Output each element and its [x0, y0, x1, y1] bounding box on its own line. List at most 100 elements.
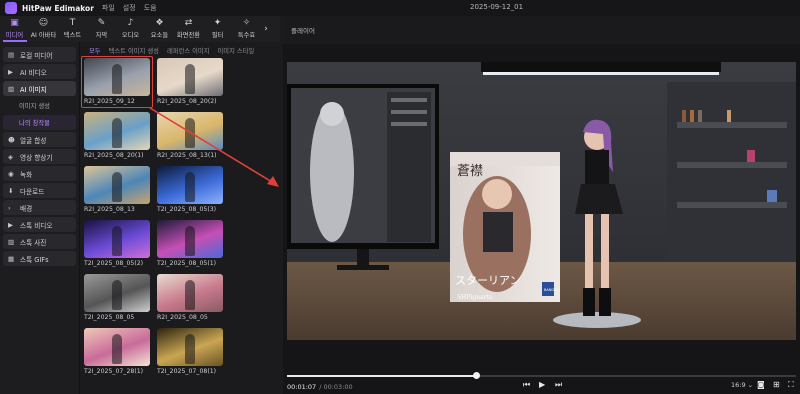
tool-label: AI 아바타	[30, 32, 57, 39]
thumbnail-figure	[112, 334, 122, 364]
box-brand-text: BANDAI	[544, 288, 557, 292]
sidebar-item[interactable]: ▶ AI 비디오	[3, 64, 76, 79]
sidebar-item[interactable]: ☻ 얼굴 합성	[3, 132, 76, 147]
sidebar-item-label: 다운로드	[20, 187, 45, 196]
menu-settings[interactable]: 설정	[123, 3, 136, 13]
media-thumbnail	[157, 274, 223, 312]
tool-transition[interactable]: ⇄ 화면전환	[174, 16, 203, 42]
tab-image-style[interactable]: 이미지 스타일	[218, 46, 255, 57]
media-item-name: R2I_2025_08_13	[84, 206, 135, 213]
stock-video-icon: ▶	[8, 220, 13, 229]
audio-icon: ♪	[127, 18, 134, 28]
tool-filter[interactable]: ✦ 필터	[203, 16, 232, 42]
sidebar-item[interactable]: ▨ 스톡 사진	[3, 234, 76, 249]
sidebar-item[interactable]: ◈ 영상 향상기	[3, 149, 76, 164]
preview-image: 蒼襟 スターリアン SHFiguarts BANDAI	[287, 62, 796, 340]
tool-audio[interactable]: ♪ 오디오	[116, 16, 145, 42]
tool-label: 미디어	[5, 32, 24, 39]
tool-effects[interactable]: ✧ 특수효	[232, 16, 261, 42]
next-frame-icon[interactable]: ⏭	[555, 380, 562, 390]
sidebar-item-label: 스톡 GIFs	[20, 255, 49, 264]
app-logo-icon	[5, 2, 17, 14]
thumbnail-figure	[185, 172, 195, 202]
menu-file[interactable]: 파일	[102, 3, 115, 13]
tool-avatar[interactable]: ☺ AI 아바타	[29, 16, 58, 42]
download-icon: ⬇	[8, 186, 14, 195]
fit-icon[interactable]: ⊞	[773, 380, 780, 389]
chevron-right-icon: ›	[8, 203, 11, 212]
avatar-icon: ☺	[38, 18, 49, 28]
playback-controls: 00:01:07 / 00:03:00 ⏮ ▶ ⏭ 16:9 ⌄ ◙ ⊞ ⛶	[283, 380, 800, 394]
snapshot-icon[interactable]: ◙	[757, 380, 765, 389]
sidebar-item-label: 배경	[20, 204, 33, 213]
tool-text[interactable]: T 텍스트	[58, 16, 87, 42]
media-item[interactable]: T2I_2025_08_05(2)	[84, 220, 150, 267]
sidebar-item-label: AI 이미지	[20, 85, 47, 94]
media-item[interactable]: T2I_2025_08_05	[84, 274, 150, 321]
tool-label: 화면전환	[176, 32, 201, 39]
sidebar-item[interactable]: ▦ 스톡 GIFs	[3, 251, 76, 266]
gif-icon: ▦	[8, 254, 15, 263]
sidebar-item[interactable]: ◉ 녹화	[3, 166, 76, 181]
media-item[interactable]: R2I_2025_08_13	[84, 166, 150, 213]
toolbar-scroll-right-icon[interactable]: ›	[261, 16, 271, 42]
media-item[interactable]: R2I_2025_08_20(1)	[84, 112, 150, 159]
tool-subtitle[interactable]: ✎ 자막	[87, 16, 116, 42]
current-time: 00:01:07	[287, 383, 317, 391]
text-icon: T	[69, 18, 76, 28]
preview-canvas[interactable]: 蒼襟 スターリアン SHFiguarts BANDAI	[287, 62, 796, 340]
play-icon[interactable]: ▶	[539, 380, 545, 389]
sidebar-item[interactable]: ▶ 스톡 비디오	[3, 217, 76, 232]
media-item[interactable]: T2I_2025_08_05(3)	[157, 166, 223, 213]
sidebar-subitem[interactable]: 이미지 생성	[3, 98, 76, 113]
media-item[interactable]: R2I_2025_08_05	[157, 274, 223, 321]
media-item[interactable]: R2I_2025_08_13(1)	[157, 112, 223, 159]
effects-icon: ✧	[242, 18, 251, 28]
media-item[interactable]: R2I_2025_08_20(2)	[157, 58, 223, 105]
sidebar-item-label: 로컬 미디어	[20, 51, 53, 60]
aspect-ratio-select[interactable]: 16:9 ⌄	[731, 381, 753, 389]
media-thumbnail	[84, 166, 150, 204]
tool-label: 필터	[211, 32, 224, 39]
filter-icon: ✦	[213, 18, 222, 28]
thumbnail-figure	[185, 118, 195, 148]
media-item[interactable]: T2I_2025_07_28(1)	[84, 328, 150, 375]
media-item-name: R2I_2025_08_13(1)	[157, 152, 217, 159]
thumbnail-figure	[185, 226, 195, 256]
tool-label: 텍스트	[63, 32, 82, 39]
ai-video-icon: ▶	[8, 67, 13, 76]
media-thumbnail	[157, 112, 223, 150]
sidebar-item[interactable]: ⬇ 다운로드	[3, 183, 76, 198]
thumbnail-figure	[112, 118, 122, 148]
sidebar-subitem[interactable]: 나의 창작물	[3, 115, 76, 130]
timeline-scrubber[interactable]	[287, 372, 796, 379]
face-swap-icon: ☻	[8, 135, 15, 144]
previous-frame-icon[interactable]: ⏮	[523, 380, 530, 390]
thumbnail-figure	[112, 172, 122, 202]
player-panel: 플레이어 蒼襟 スターリアン SHFiguarts BANDAI 00:01:0…	[283, 16, 800, 394]
tool-label: 자막	[95, 32, 108, 39]
tab-reference-image[interactable]: 레퍼런스 이미지	[167, 46, 210, 57]
scrubber-handle[interactable]	[472, 372, 480, 379]
media-item-name: T2I_2025_07_08(1)	[157, 368, 217, 375]
tool-elements[interactable]: ❖ 요소들	[145, 16, 174, 42]
thumbnail-figure	[112, 280, 122, 310]
menu-help[interactable]: 도움	[144, 3, 157, 13]
media-item[interactable]: T2I_2025_08_05(1)	[157, 220, 223, 267]
main-toolbar: ▣ 미디어 ☺ AI 아바타 T 텍스트 ✎ 자막 ♪ 오디오 ❖ 요소들 ⇄ 화면전환 ✦ 필터 ✧ 특수효 ›	[0, 16, 280, 42]
total-duration: / 00:03:00	[319, 383, 353, 391]
enhance-icon: ◈	[8, 152, 13, 161]
media-item-name: T2I_2025_08_05(1)	[157, 260, 217, 267]
sidebar-item[interactable]: ▤ 로컬 미디어	[3, 47, 76, 62]
folder-icon: ▣	[10, 18, 19, 28]
sidebar-item[interactable]: › 배경	[3, 200, 76, 215]
transition-icon: ⇄	[184, 18, 193, 28]
sidebar-item-label: 얼굴 합성	[20, 136, 47, 145]
media-thumbnail	[84, 112, 150, 150]
sidebar-item[interactable]: ▧ AI 이미지	[3, 81, 76, 96]
tool-folder[interactable]: ▣ 미디어	[0, 16, 29, 42]
media-item-name: R2I_2025_08_20(2)	[157, 98, 217, 105]
fullscreen-icon[interactable]: ⛶	[788, 380, 794, 390]
thumbnail-figure	[112, 226, 122, 256]
media-item[interactable]: T2I_2025_07_08(1)	[157, 328, 223, 375]
